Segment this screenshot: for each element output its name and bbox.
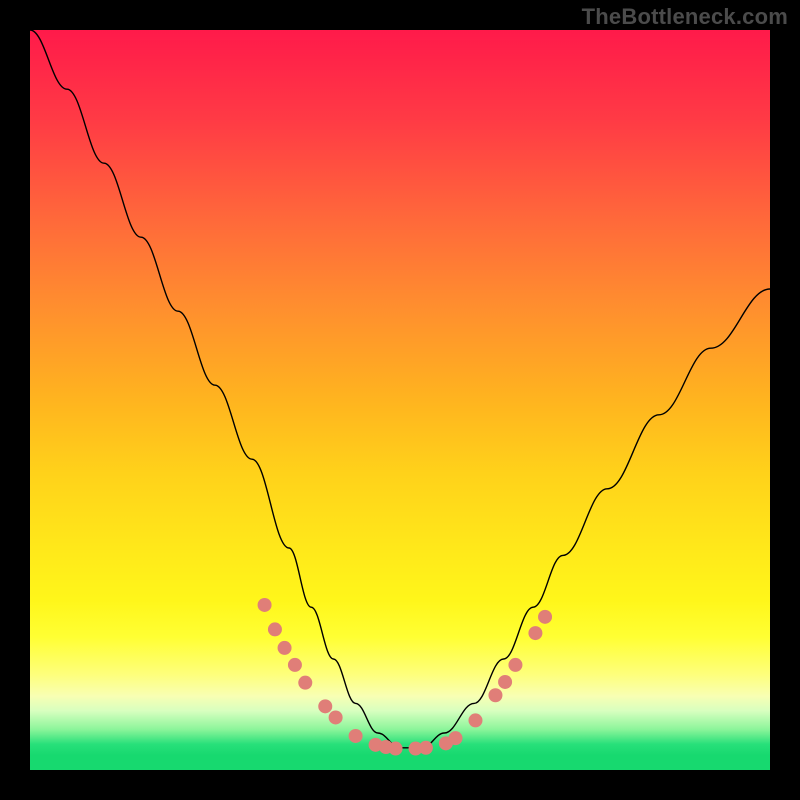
highlight-dot — [449, 731, 463, 745]
highlight-dot — [288, 658, 302, 672]
highlight-dot — [389, 742, 403, 756]
bottleneck-curve — [30, 30, 770, 748]
highlight-dot — [258, 598, 272, 612]
highlight-dot — [488, 688, 502, 702]
highlight-dot — [329, 710, 343, 724]
watermark-text: TheBottleneck.com — [582, 4, 788, 30]
highlight-dot — [468, 713, 482, 727]
highlight-dot — [498, 675, 512, 689]
highlight-dot — [538, 610, 552, 624]
highlight-dot — [298, 676, 312, 690]
highlight-dot — [419, 741, 433, 755]
highlight-dot — [349, 729, 363, 743]
highlight-dot — [318, 699, 332, 713]
chart-svg — [30, 30, 770, 770]
highlight-dot — [278, 641, 292, 655]
highlight-dot — [268, 622, 282, 636]
highlight-dot — [508, 658, 522, 672]
highlight-dot — [528, 626, 542, 640]
highlight-dots — [258, 598, 552, 756]
chart-frame: TheBottleneck.com — [0, 0, 800, 800]
plot-area — [30, 30, 770, 770]
